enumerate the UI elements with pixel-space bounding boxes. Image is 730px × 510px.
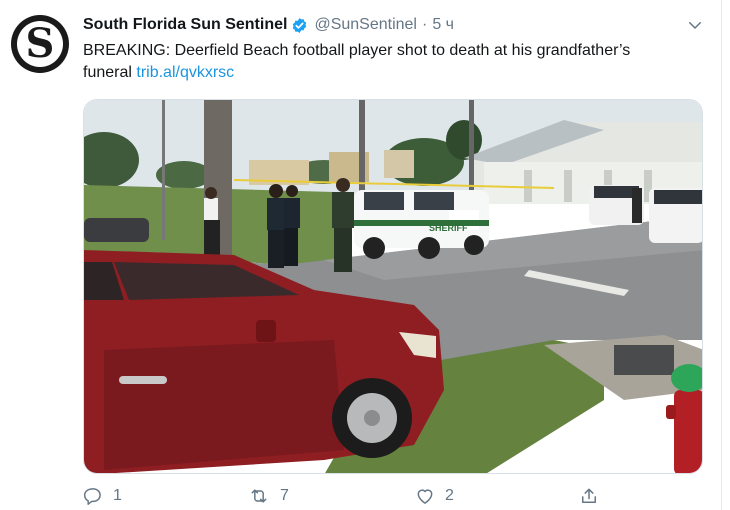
reply-count: 1: [113, 487, 122, 504]
chevron-down-icon[interactable]: [686, 16, 704, 34]
tweet-header: South Florida Sun Sentinel @SunSentinel …: [83, 14, 454, 36]
tweet-actions: 1 7 2: [83, 486, 643, 510]
timestamp[interactable]: 5 ч: [432, 16, 454, 34]
tweet-text-line2: funeral: [83, 64, 132, 81]
handle[interactable]: @SunSentinel: [314, 16, 417, 34]
tweet-text: BREAKING: Deerfield Beach football playe…: [83, 40, 713, 84]
avatar[interactable]: S: [11, 15, 69, 73]
display-name[interactable]: South Florida Sun Sentinel: [83, 16, 287, 34]
share-icon: [582, 488, 596, 503]
tweet-link[interactable]: trib.al/qvkxrsc: [136, 64, 234, 81]
retweet-icon: [251, 489, 267, 503]
tweet-photo[interactable]: SHERIFF: [83, 99, 703, 474]
tweet[interactable]: S South Florida Sun Sentinel @SunSentine…: [0, 0, 720, 510]
retweet-button[interactable]: 7: [248, 486, 289, 506]
timeline-border: [721, 0, 722, 510]
like-button[interactable]: 2: [415, 486, 454, 506]
reply-button[interactable]: 1: [83, 486, 122, 506]
separator: ·: [421, 16, 428, 33]
like-icon: [417, 489, 433, 504]
tweet-text-line1: BREAKING: Deerfield Beach football playe…: [83, 42, 631, 59]
retweet-count: 7: [280, 487, 289, 504]
like-count: 2: [445, 487, 454, 504]
reply-icon: [83, 488, 101, 505]
verified-badge-icon: [293, 17, 307, 33]
sheriff-door-text: SHERIFF: [429, 223, 468, 233]
avatar-logo: S: [17, 21, 63, 67]
share-button[interactable]: [579, 486, 609, 506]
